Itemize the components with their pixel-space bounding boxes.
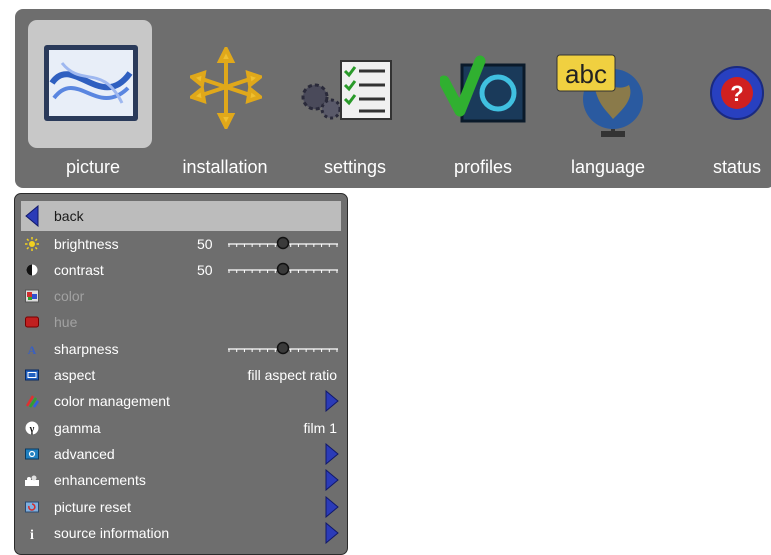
chevron-right-icon: [325, 469, 339, 491]
svg-text:γ: γ: [29, 424, 35, 435]
brightness-label: brightness: [54, 236, 119, 252]
tab-picture-label: picture: [65, 157, 121, 177]
slider-knob[interactable]: [276, 236, 290, 250]
contrast-slider[interactable]: [227, 261, 339, 279]
brightness-value: 50: [197, 236, 213, 252]
slider-knob[interactable]: [276, 262, 290, 276]
picture-icon: [44, 45, 138, 121]
back-label: back: [54, 208, 84, 224]
svg-text:i: i: [30, 528, 34, 540]
sharpness-slider[interactable]: [227, 340, 339, 358]
tab-settings-label: settings: [323, 157, 387, 177]
tab-profiles[interactable]: profiles: [418, 9, 548, 188]
tab-language[interactable]: abc language: [543, 9, 673, 188]
sharpness-icon: A: [28, 343, 37, 356]
contrast-label: contrast: [54, 262, 104, 278]
menu-item-brightness[interactable]: brightness 50: [21, 231, 341, 257]
menu-item-color: color: [21, 283, 341, 309]
gamma-label: gamma: [54, 420, 101, 436]
color-icon: [25, 289, 39, 303]
chevron-right-icon: [325, 496, 339, 518]
aspect-value: fill aspect ratio: [247, 367, 337, 383]
tab-profiles-label: profiles: [453, 157, 513, 177]
hue-icon: [25, 316, 39, 328]
menu-item-gamma[interactable]: γ gamma film 1: [21, 415, 341, 441]
tab-status[interactable]: ? status: [673, 9, 771, 188]
language-icon: abc: [556, 54, 643, 137]
sharpness-label: sharpness: [54, 341, 119, 357]
installation-icon: [190, 47, 262, 129]
svg-text:?: ?: [730, 81, 743, 106]
tab-status-label: status: [712, 157, 762, 177]
source-information-label: source information: [54, 525, 170, 541]
color-management-label: color management: [54, 393, 170, 409]
advanced-icon: [25, 448, 39, 460]
brightness-slider[interactable]: [227, 235, 339, 253]
back-menu-item[interactable]: back: [21, 201, 341, 231]
enhancements-icon: [25, 475, 39, 486]
contrast-icon: [26, 264, 38, 276]
svg-text:A: A: [28, 343, 37, 356]
chevron-right-icon: [325, 522, 339, 544]
menu-item-sharpness[interactable]: A sharpness: [21, 336, 341, 362]
picture-reset-icon: [25, 501, 39, 513]
menu-item-source-information[interactable]: i source information: [21, 520, 341, 546]
enhancements-label: enhancements: [54, 472, 146, 488]
hue-label: hue: [54, 314, 78, 330]
gamma-icon: γ: [25, 421, 39, 435]
advanced-label: advanced: [54, 446, 115, 462]
color-management-icon: [25, 395, 39, 408]
info-icon: i: [30, 528, 34, 540]
menu-item-aspect[interactable]: aspect fill aspect ratio: [21, 362, 341, 388]
tab-picture[interactable]: picture: [28, 9, 158, 188]
settings-icon: [301, 60, 392, 120]
aspect-icon: [25, 369, 39, 381]
picture-reset-label: picture reset: [54, 499, 132, 515]
profiles-icon: [440, 55, 526, 123]
gamma-value: film 1: [303, 420, 337, 436]
tab-settings[interactable]: settings: [290, 9, 420, 188]
menu-item-picture-reset[interactable]: picture reset: [21, 494, 341, 520]
contrast-value: 50: [197, 262, 213, 278]
color-label: color: [54, 288, 85, 304]
top-navigation-bar: picture installation settings profiles a…: [15, 9, 771, 188]
tab-installation-label: installation: [182, 157, 268, 177]
aspect-label: aspect: [54, 367, 96, 383]
menu-item-color-management[interactable]: color management: [21, 388, 341, 414]
slider-knob[interactable]: [276, 341, 290, 355]
picture-menu-panel: back brightness 50 contrast 50 color hue…: [14, 193, 348, 555]
menu-item-hue: hue: [21, 309, 341, 335]
svg-text:abc: abc: [565, 59, 607, 89]
status-icon: ?: [710, 66, 764, 120]
tab-language-label: language: [570, 157, 646, 177]
menu-item-contrast[interactable]: contrast 50: [21, 257, 341, 283]
sun-icon: [25, 237, 39, 251]
menu-item-advanced[interactable]: advanced: [21, 441, 341, 467]
back-arrow-icon: [25, 205, 39, 227]
tab-installation[interactable]: installation: [160, 9, 290, 188]
menu-item-enhancements[interactable]: enhancements: [21, 467, 341, 493]
chevron-right-icon: [325, 443, 339, 465]
chevron-right-icon: [325, 390, 339, 412]
